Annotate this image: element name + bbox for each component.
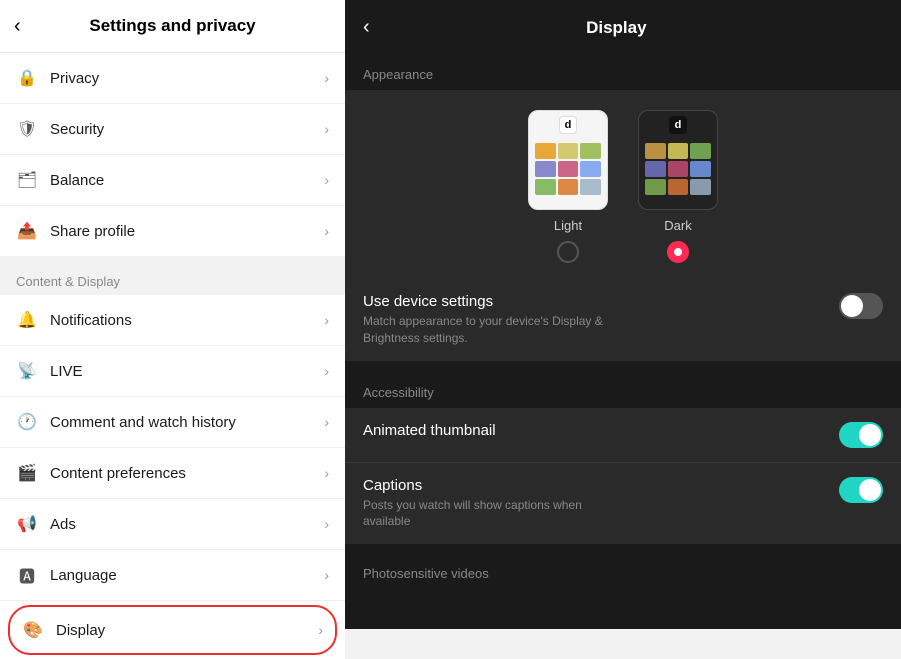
balance-icon: 🗂 [16, 169, 38, 191]
captions-title: Captions [363, 477, 603, 494]
balance-label: Balance [50, 172, 104, 189]
notifications-chevron: › [324, 312, 329, 328]
animated-thumbnail-row[interactable]: Animated thumbnail [345, 408, 901, 463]
menu-item-notifications[interactable]: 🔔 Notifications › [0, 295, 345, 346]
comment-watch-chevron: › [324, 414, 329, 430]
security-icon: 🛡 [16, 118, 38, 140]
menu-item-language[interactable]: 🅰 Language › [0, 550, 345, 601]
language-label: Language [50, 567, 117, 584]
menu-item-comment-watch-history[interactable]: 🕐 Comment and watch history › [0, 397, 345, 448]
appearance-label: Appearance [345, 55, 901, 90]
light-theme-name: Light [554, 218, 582, 233]
display-icon: 🎨 [22, 619, 44, 641]
privacy-label: Privacy [50, 70, 99, 87]
menu-item-security[interactable]: 🛡 Security › [0, 104, 345, 155]
live-label: LIVE [50, 363, 83, 380]
captions-row[interactable]: Captions Posts you watch will show capti… [345, 463, 901, 545]
security-label: Security [50, 121, 104, 138]
captions-toggle[interactable] [839, 477, 883, 503]
captions-knob [859, 479, 881, 501]
ads-label: Ads [50, 516, 76, 533]
menu-item-balance[interactable]: 🗂 Balance › [0, 155, 345, 206]
theme-picker: d Light [345, 90, 901, 279]
right-back-button[interactable]: ‹ [363, 16, 370, 39]
section2-card: 🔔 Notifications › 📡 LIVE › 🕐 Comment and… [0, 295, 345, 659]
use-device-settings-desc: Match appearance to your device's Displa… [363, 313, 603, 347]
animated-thumbnail-title: Animated thumbnail [363, 422, 496, 439]
right-panel: ‹ Display Appearance d [345, 0, 901, 629]
left-panel: ‹ Settings and privacy 🔒 Privacy › 🛡 Sec… [0, 0, 345, 629]
light-theme-preview: d [528, 110, 608, 210]
content-display-label: Content & Display [0, 264, 345, 295]
photosensitive-label: Photosensitive videos [345, 556, 901, 589]
use-device-settings-row[interactable]: Use device settings Match appearance to … [345, 279, 901, 361]
menu-item-content-preferences[interactable]: 🎬 Content preferences › [0, 448, 345, 499]
left-title: Settings and privacy [89, 16, 255, 36]
security-chevron: › [324, 121, 329, 137]
menu-item-privacy[interactable]: 🔒 Privacy › [0, 53, 345, 104]
language-chevron: › [324, 567, 329, 583]
use-device-settings-knob [841, 295, 863, 317]
left-header: ‹ Settings and privacy [0, 0, 345, 53]
dark-theme-name: Dark [664, 218, 691, 233]
ads-icon: 📢 [16, 513, 38, 535]
theme-option-dark[interactable]: d Dark [638, 110, 718, 263]
content-pref-chevron: › [324, 465, 329, 481]
tiktok-icon-light: d [559, 116, 577, 134]
animated-thumbnail-text: Animated thumbnail [363, 422, 496, 442]
display-chevron: › [318, 622, 323, 638]
section1-card: 🔒 Privacy › 🛡 Security › 🗂 Balance › 📤 S… [0, 53, 345, 256]
menu-item-ads[interactable]: 📢 Ads › [0, 499, 345, 550]
comment-watch-label: Comment and watch history [50, 414, 236, 431]
share-profile-label: Share profile [50, 223, 135, 240]
content-pref-label: Content preferences [50, 465, 186, 482]
captions-desc: Posts you watch will show captions when … [363, 497, 603, 531]
live-chevron: › [324, 363, 329, 379]
animated-thumbnail-toggle[interactable] [839, 422, 883, 448]
notifications-icon: 🔔 [16, 309, 38, 331]
dark-theme-preview: d [638, 110, 718, 210]
share-profile-icon: 📤 [16, 220, 38, 242]
theme-option-light[interactable]: d Light [528, 110, 608, 263]
live-icon: 📡 [16, 360, 38, 382]
right-header: ‹ Display [345, 0, 901, 55]
accessibility-card: Animated thumbnail Captions Posts you wa… [345, 408, 901, 545]
privacy-chevron: › [324, 70, 329, 86]
captions-text: Captions Posts you watch will show capti… [363, 477, 603, 531]
light-radio[interactable] [557, 241, 579, 263]
comment-watch-icon: 🕐 [16, 411, 38, 433]
use-device-settings-title: Use device settings [363, 293, 603, 310]
left-back-button[interactable]: ‹ [14, 15, 21, 38]
use-device-settings-toggle[interactable] [839, 293, 883, 319]
privacy-icon: 🔒 [16, 67, 38, 89]
share-profile-chevron: › [324, 223, 329, 239]
language-icon: 🅰 [16, 564, 38, 586]
menu-item-share-profile[interactable]: 📤 Share profile › [0, 206, 345, 256]
light-grid [529, 139, 607, 199]
balance-chevron: › [324, 172, 329, 188]
display-label: Display [56, 622, 105, 639]
dark-radio-inner [674, 248, 682, 256]
appearance-card: d Light [345, 90, 901, 361]
dark-radio[interactable] [667, 241, 689, 263]
ads-chevron: › [324, 516, 329, 532]
right-title: Display [386, 18, 847, 38]
content-pref-icon: 🎬 [16, 462, 38, 484]
accessibility-label: Accessibility [345, 373, 901, 408]
use-device-settings-text: Use device settings Match appearance to … [363, 293, 603, 347]
notifications-label: Notifications [50, 312, 132, 329]
animated-thumbnail-knob [859, 424, 881, 446]
tiktok-icon-dark: d [669, 116, 687, 134]
dark-grid [639, 139, 717, 199]
menu-item-live[interactable]: 📡 LIVE › [0, 346, 345, 397]
menu-item-display[interactable]: 🎨 Display › [8, 605, 337, 655]
